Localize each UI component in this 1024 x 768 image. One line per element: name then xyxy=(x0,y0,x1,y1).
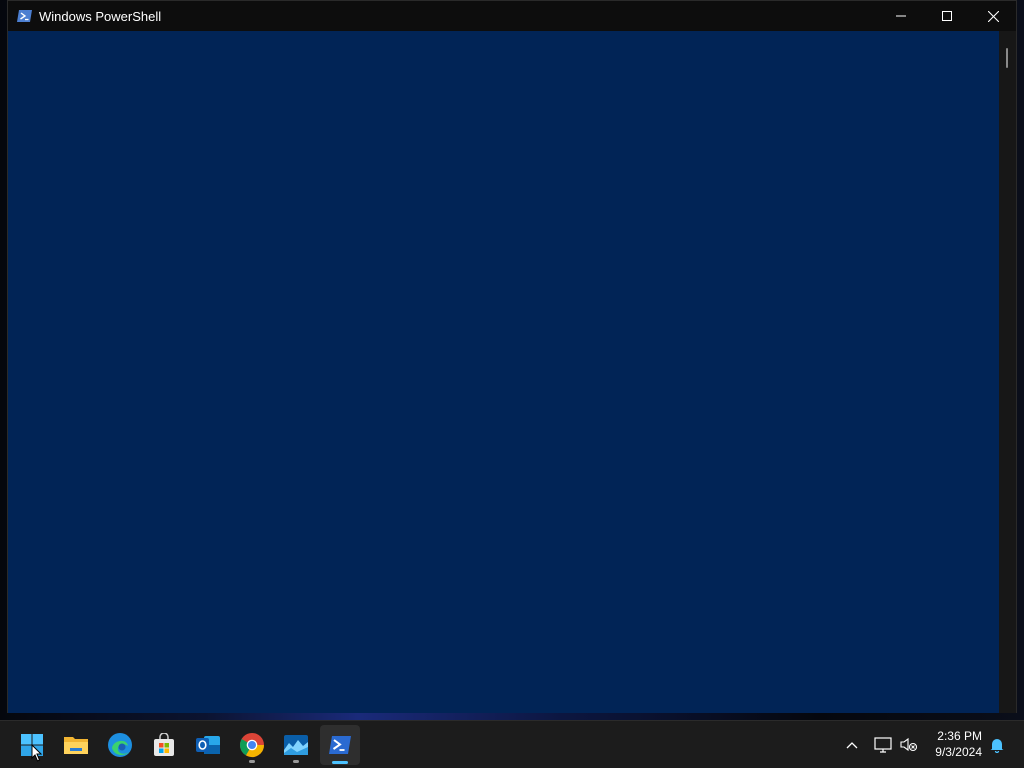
taskbar-powershell[interactable] xyxy=(320,725,360,765)
clock-time: 2:36 PM xyxy=(937,729,982,743)
maximize-button[interactable] xyxy=(924,1,970,31)
clock[interactable]: 2:36 PM 9/3/2024 xyxy=(935,728,982,760)
active-indicator xyxy=(332,761,348,764)
powershell-window: Windows PowerShell xyxy=(7,0,1017,713)
taskbar-edge[interactable] xyxy=(100,725,140,765)
clock-date: 9/3/2024 xyxy=(935,745,982,759)
taskbar-chrome[interactable] xyxy=(232,725,272,765)
volume-muted-icon xyxy=(900,737,918,752)
file-explorer-icon xyxy=(64,737,88,754)
minimize-button[interactable] xyxy=(878,1,924,31)
taskbar-outlook[interactable] xyxy=(188,725,228,765)
powershell-icon xyxy=(329,736,351,754)
scrollbar-thumb[interactable] xyxy=(1006,48,1008,68)
taskbar: 2:36 PM 9/3/2024 xyxy=(0,720,1024,768)
volume-button[interactable] xyxy=(897,733,921,757)
photos-icon xyxy=(284,735,308,755)
store-icon xyxy=(154,733,174,756)
console-area[interactable] xyxy=(8,31,1000,713)
chrome-icon xyxy=(239,733,264,758)
window-title: Windows PowerShell xyxy=(39,8,162,24)
title-bar[interactable]: Windows PowerShell xyxy=(8,1,1016,31)
show-hidden-icons-button[interactable] xyxy=(840,733,864,757)
maximize-icon xyxy=(942,11,952,21)
taskbar-store[interactable] xyxy=(144,725,184,765)
running-indicator xyxy=(293,760,299,763)
close-icon xyxy=(987,10,999,22)
taskbar-file-explorer[interactable] xyxy=(56,725,96,765)
start-button[interactable] xyxy=(12,725,52,765)
vertical-scrollbar[interactable] xyxy=(999,31,1016,713)
network-status-button[interactable] xyxy=(871,733,895,757)
close-button[interactable] xyxy=(970,1,1016,31)
edge-icon xyxy=(108,733,132,757)
mouse-cursor-icon xyxy=(31,744,43,762)
notification-bell-icon xyxy=(990,739,1004,753)
powershell-icon xyxy=(17,10,32,22)
taskbar-photos[interactable] xyxy=(276,725,316,765)
minimize-icon xyxy=(896,15,906,17)
notifications-button[interactable] xyxy=(985,733,1009,757)
outlook-icon xyxy=(196,736,220,754)
network-icon xyxy=(874,737,892,753)
chevron-up-icon xyxy=(846,742,858,749)
running-indicator xyxy=(249,760,255,763)
